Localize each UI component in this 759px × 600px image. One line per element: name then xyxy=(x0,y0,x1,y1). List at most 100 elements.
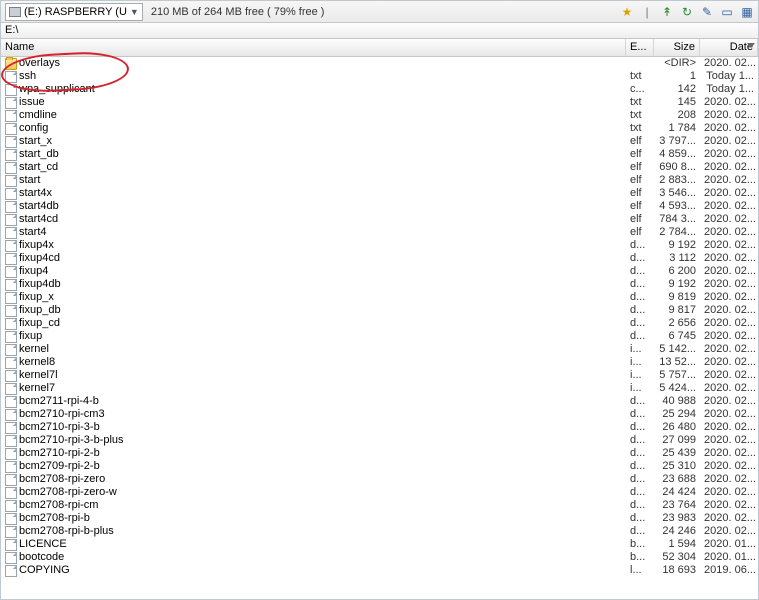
list-item[interactable]: fixup_dbd...9 8172020. 02... xyxy=(1,304,758,317)
file-ext: d... xyxy=(626,265,654,278)
file-icon xyxy=(5,149,17,161)
file-ext: elf xyxy=(626,213,654,226)
file-name: config xyxy=(19,122,48,135)
file-ext: c... xyxy=(626,83,654,96)
file-name: start4x xyxy=(19,187,52,200)
list-item[interactable]: start_xelf3 797...2020. 02... xyxy=(1,135,758,148)
file-ext: d... xyxy=(626,434,654,447)
header-size[interactable]: Size xyxy=(654,39,700,56)
file-icon xyxy=(5,292,17,304)
list-item[interactable]: bcm2710-rpi-2-bd...25 4392020. 02... xyxy=(1,447,758,460)
file-size: 6 200 xyxy=(654,265,700,278)
list-item[interactable]: fixup_xd...9 8192020. 02... xyxy=(1,291,758,304)
header-ext[interactable]: E... xyxy=(626,39,654,56)
file-name: kernel8 xyxy=(19,356,55,369)
list-item[interactable]: COPYINGl...18 6932019. 06... xyxy=(1,564,758,577)
file-size: 1 594 xyxy=(654,538,700,551)
edit-icon[interactable]: ✎ xyxy=(700,5,714,19)
view-list-icon[interactable]: ▭ xyxy=(720,5,734,19)
list-item[interactable]: LICENCEb...1 5942020. 01... xyxy=(1,538,758,551)
file-name: bcm2708-rpi-zero xyxy=(19,473,105,486)
file-date: 2020. 02... xyxy=(700,512,758,525)
list-item[interactable]: bcm2710-rpi-3-bd...26 4802020. 02... xyxy=(1,421,758,434)
file-icon xyxy=(5,227,17,239)
list-item[interactable]: start4xelf3 546...2020. 02... xyxy=(1,187,758,200)
file-size: 24 424 xyxy=(654,486,700,499)
list-item[interactable]: bcm2710-rpi-3-b-plusd...27 0992020. 02..… xyxy=(1,434,758,447)
list-item[interactable]: fixup4cdd...3 1122020. 02... xyxy=(1,252,758,265)
file-date: 2020. 02... xyxy=(700,486,758,499)
header-date[interactable]: Date xyxy=(700,39,758,56)
list-item[interactable]: fixup4d...6 2002020. 02... xyxy=(1,265,758,278)
list-item[interactable]: overlays<DIR>2020. 02... xyxy=(1,57,758,70)
header-name[interactable]: Name xyxy=(1,39,626,56)
drive-selector[interactable]: (E:) RASPBERRY (U ▼ xyxy=(5,3,143,21)
file-icon xyxy=(5,279,17,291)
path-bar[interactable]: E:\ xyxy=(1,23,758,39)
file-name: kernel xyxy=(19,343,49,356)
refresh-icon[interactable]: ↻ xyxy=(680,5,694,19)
file-size: 40 988 xyxy=(654,395,700,408)
list-item[interactable]: start_dbelf4 859...2020. 02... xyxy=(1,148,758,161)
list-item[interactable]: start_cdelf690 8...2020. 02... xyxy=(1,161,758,174)
file-icon xyxy=(5,513,17,525)
free-space-text: 210 MB of 264 MB free ( 79% free ) xyxy=(147,6,329,18)
file-name: bcm2711-rpi-4-b xyxy=(19,395,99,408)
list-item[interactable]: issuetxt1452020. 02... xyxy=(1,96,758,109)
list-item[interactable]: fixup4dbd...9 1922020. 02... xyxy=(1,278,758,291)
list-item[interactable]: bcm2708-rpi-bd...23 9832020. 02... xyxy=(1,512,758,525)
file-size: 25 439 xyxy=(654,447,700,460)
file-ext: d... xyxy=(626,525,654,538)
list-item[interactable]: kernel7i...5 424...2020. 02... xyxy=(1,382,758,395)
file-ext: d... xyxy=(626,421,654,434)
file-icon xyxy=(5,409,17,421)
file-icon xyxy=(5,487,17,499)
list-item[interactable]: kerneli...5 142...2020. 02... xyxy=(1,343,758,356)
list-item[interactable]: kernel8i...13 52...2020. 02... xyxy=(1,356,758,369)
file-name: overlays xyxy=(19,57,60,70)
list-item[interactable]: startelf2 883...2020. 02... xyxy=(1,174,758,187)
file-ext: elf xyxy=(626,135,654,148)
file-size: 23 764 xyxy=(654,499,700,512)
file-size: 5 757... xyxy=(654,369,700,382)
file-icon xyxy=(5,175,17,187)
file-size: 27 099 xyxy=(654,434,700,447)
list-item[interactable]: bcm2708-rpi-cmd...23 7642020. 02... xyxy=(1,499,758,512)
current-path: E:\ xyxy=(5,24,18,36)
list-item[interactable]: start4elf2 784...2020. 02... xyxy=(1,226,758,239)
list-item[interactable]: fixup4xd...9 1922020. 02... xyxy=(1,239,758,252)
list-item[interactable]: bcm2708-rpi-b-plusd...24 2462020. 02... xyxy=(1,525,758,538)
list-item[interactable]: bootcodeb...52 3042020. 01... xyxy=(1,551,758,564)
list-item[interactable]: fixupd...6 7452020. 02... xyxy=(1,330,758,343)
list-item[interactable]: cmdlinetxt2082020. 02... xyxy=(1,109,758,122)
file-date: 2020. 02... xyxy=(700,122,758,135)
list-item[interactable]: kernel7li...5 757...2020. 02... xyxy=(1,369,758,382)
list-item[interactable]: wpa_supplicantc...142Today 1... xyxy=(1,83,758,96)
list-item[interactable]: bcm2708-rpi-zerod...23 6882020. 02... xyxy=(1,473,758,486)
file-date: 2020. 02... xyxy=(700,109,758,122)
list-item[interactable]: sshtxt1Today 1... xyxy=(1,70,758,83)
file-list[interactable]: overlays<DIR>2020. 02...sshtxt1Today 1..… xyxy=(1,57,758,599)
favorite-icon[interactable]: ★ xyxy=(620,5,634,19)
list-item[interactable]: bcm2711-rpi-4-bd...40 9882020. 02... xyxy=(1,395,758,408)
file-ext: d... xyxy=(626,473,654,486)
list-item[interactable]: start4dbelf4 593...2020. 02... xyxy=(1,200,758,213)
sort-caret-icon xyxy=(747,43,755,48)
file-ext: d... xyxy=(626,447,654,460)
view-grid-icon[interactable]: ▦ xyxy=(740,5,754,19)
file-size: 1 xyxy=(654,70,700,83)
up-arrow-icon[interactable]: ↟ xyxy=(660,5,674,19)
file-icon xyxy=(5,539,17,551)
list-item[interactable]: start4cdelf784 3...2020. 02... xyxy=(1,213,758,226)
file-ext: txt xyxy=(626,122,654,135)
file-icon xyxy=(5,565,17,577)
list-item[interactable]: bcm2710-rpi-cm3d...25 2942020. 02... xyxy=(1,408,758,421)
file-ext: d... xyxy=(626,252,654,265)
list-item[interactable]: fixup_cdd...2 6562020. 02... xyxy=(1,317,758,330)
file-size: 25 310 xyxy=(654,460,700,473)
file-name: bcm2710-rpi-2-b xyxy=(19,447,100,460)
list-item[interactable]: bcm2708-rpi-zero-wd...24 4242020. 02... xyxy=(1,486,758,499)
list-item[interactable]: bcm2709-rpi-2-bd...25 3102020. 02... xyxy=(1,460,758,473)
file-size: 24 246 xyxy=(654,525,700,538)
list-item[interactable]: configtxt1 7842020. 02... xyxy=(1,122,758,135)
